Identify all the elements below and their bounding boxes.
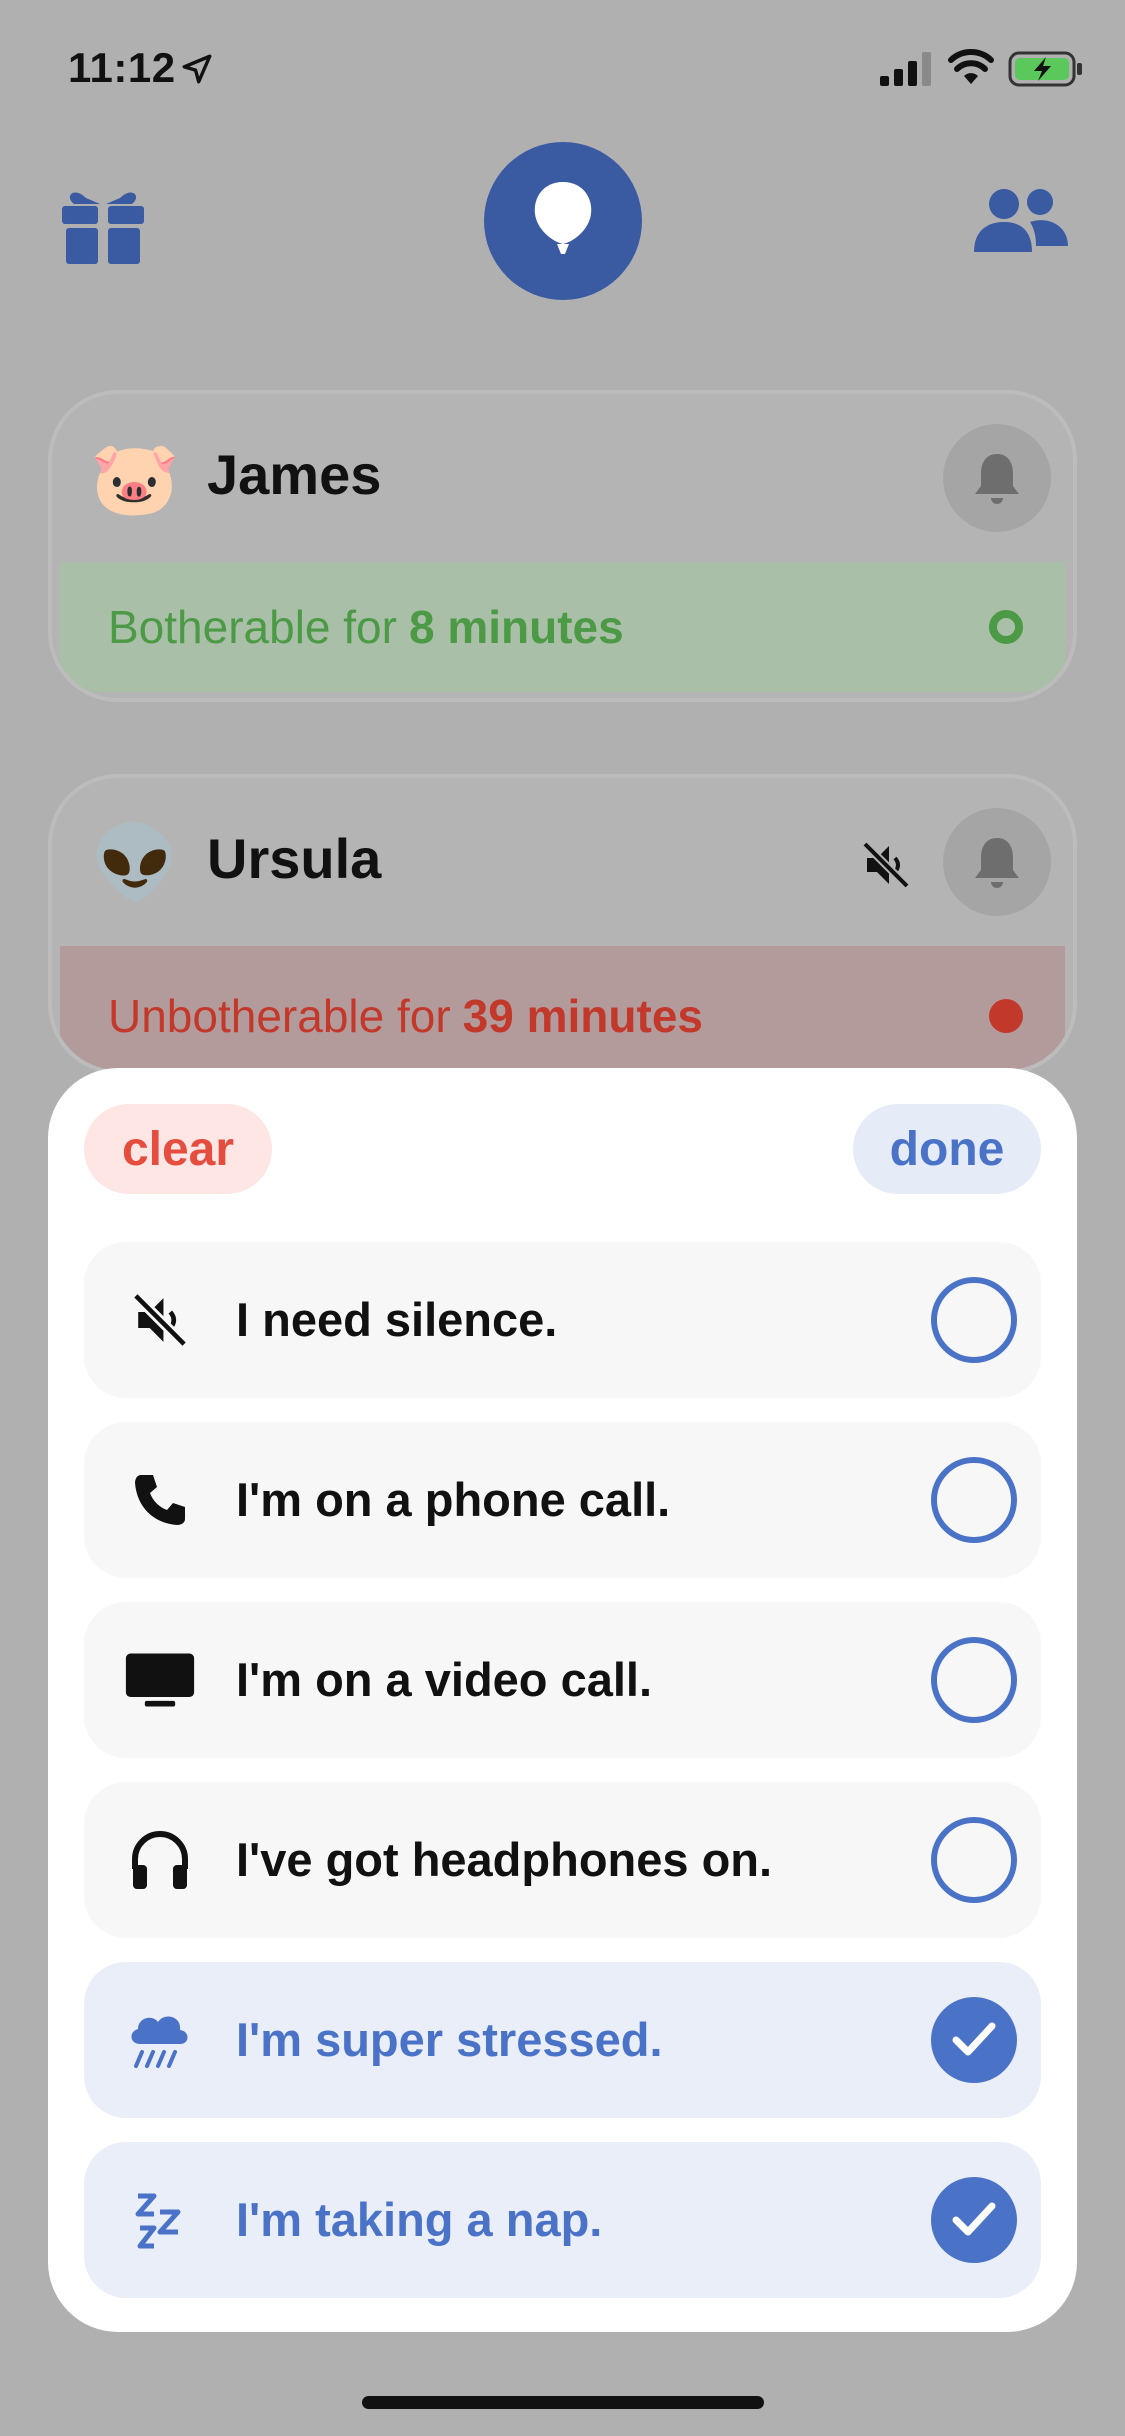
status-prefix: Unbotherable for [108, 990, 451, 1042]
radio-circle[interactable] [931, 1817, 1017, 1903]
status-dot [989, 999, 1023, 1033]
notify-button[interactable] [943, 808, 1051, 916]
bell-icon [975, 454, 1019, 504]
option-headphones[interactable]: I've got headphones on. [84, 1782, 1041, 1938]
notify-button[interactable] [943, 424, 1051, 532]
option-video-call[interactable]: I'm on a video call. [84, 1602, 1041, 1758]
option-label: I'm on a video call. [236, 1653, 653, 1706]
tv-icon [124, 1644, 196, 1716]
checkmark-icon [952, 2022, 996, 2056]
status-picker-sheet: clear done I need silence. I'm on a phon… [48, 1068, 1077, 2332]
radio-circle[interactable] [931, 1637, 1017, 1723]
status-duration: 39 minutes [462, 990, 703, 1042]
balloon-button[interactable] [484, 142, 642, 300]
status-strip: Botherable for 8 minutes [60, 562, 1065, 692]
avatar: 🐷 [90, 439, 180, 519]
status-strip: Unbotherable for 39 minutes [60, 946, 1065, 1070]
option-phone-call[interactable]: I'm on a phone call. [84, 1422, 1041, 1578]
radio-circle[interactable] [931, 2177, 1017, 2263]
option-label: I've got headphones on. [236, 1833, 773, 1886]
speaker-muted-icon [124, 1284, 196, 1356]
option-nap[interactable]: I'm taking a nap. [84, 2142, 1041, 2298]
person-card-james[interactable]: 🐷 James Botherable for 8 minutes [48, 390, 1077, 702]
person-card-ursula[interactable]: 👽 Ursula Unbotherable for 39 minutes [48, 774, 1077, 1074]
cloud-rain-icon [124, 2004, 196, 2076]
home-indicator[interactable] [362, 2396, 764, 2409]
speaker-muted-icon [862, 841, 910, 889]
radio-circle[interactable] [931, 1277, 1017, 1363]
wifi-icon [948, 49, 994, 84]
headphones-icon [124, 1824, 196, 1896]
status-prefix: Botherable for [108, 601, 397, 653]
option-label: I'm super stressed. [236, 2013, 663, 2066]
person-name: James [207, 443, 382, 506]
avatar: 👽 [90, 823, 180, 903]
people-icon[interactable] [970, 186, 1070, 256]
cellular-signal-icon [880, 52, 931, 86]
option-label: I'm taking a nap. [236, 2193, 603, 2246]
option-label: I need silence. [236, 1293, 558, 1346]
radio-circle[interactable] [931, 1997, 1017, 2083]
checkmark-icon [952, 2202, 996, 2236]
option-silence[interactable]: I need silence. [84, 1242, 1041, 1398]
status-dot [989, 610, 1023, 644]
battery-charging-icon [1008, 51, 1082, 87]
phone-icon [124, 1464, 196, 1536]
status-time: 11:12 [68, 44, 176, 91]
zzz-icon [124, 2184, 196, 2256]
done-button[interactable]: done [853, 1104, 1041, 1194]
status-duration: 8 minutes [408, 601, 624, 653]
location-arrow-icon [182, 54, 212, 84]
bell-icon [975, 838, 1019, 888]
clear-button[interactable]: clear [84, 1104, 272, 1194]
radio-circle[interactable] [931, 1457, 1017, 1543]
option-stressed[interactable]: I'm super stressed. [84, 1962, 1041, 2118]
person-name: Ursula [207, 827, 382, 890]
gift-icon[interactable] [60, 180, 146, 266]
option-label: I'm on a phone call. [236, 1473, 671, 1526]
balloon-icon [534, 182, 592, 254]
